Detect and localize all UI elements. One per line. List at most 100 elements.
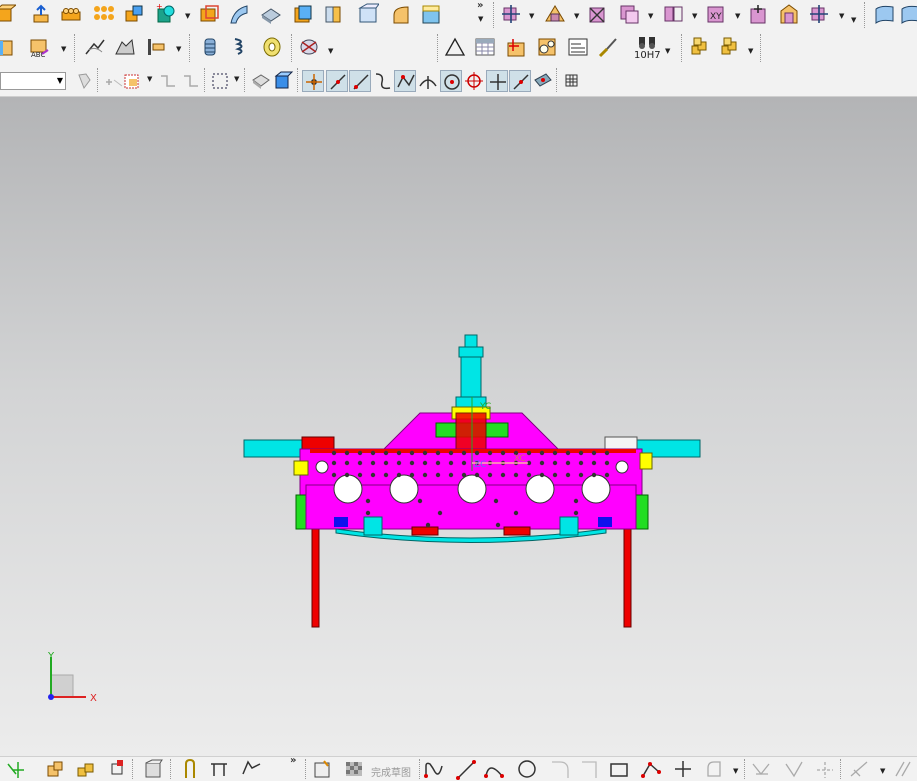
component-icon[interactable] [618,3,640,25]
table-icon[interactable] [474,36,496,58]
spring-icon[interactable] [230,36,252,58]
make-corner-icon[interactable] [848,758,870,780]
trim-icon[interactable] [750,758,772,780]
thread-icon[interactable] [261,36,283,58]
text-icon[interactable]: ABC [28,36,50,58]
mirror-dropdown[interactable]: ▼ [692,12,697,20]
quadrant-icon[interactable] [463,70,485,92]
assembly-dropdown[interactable]: ▼ [574,12,579,20]
wave-icon[interactable] [587,3,609,25]
quick-trim-icon[interactable] [814,758,836,780]
curve-point-icon[interactable] [349,70,371,92]
overflow-chevron[interactable]: » [477,0,483,11]
sketch-icon[interactable] [106,758,128,780]
box-select-dropdown[interactable]: ▼ [234,75,239,83]
trim-body-icon[interactable] [322,3,344,25]
datum-icon[interactable] [505,36,527,58]
checkered-flag-icon[interactable] [343,758,365,780]
circle-icon[interactable] [516,758,538,780]
line-icon[interactable] [423,758,445,780]
solid-icon[interactable] [0,36,16,58]
boolean-icon[interactable] [123,3,145,25]
component-dropdown[interactable]: ▼ [648,12,653,20]
move-component-2-dropdown[interactable]: ▼ [839,12,844,20]
corner-icon[interactable] [578,758,600,780]
overflow-dropdown[interactable]: ▼ [478,15,483,23]
bottom-overflow-chevron[interactable]: » [290,755,296,766]
shaded-icon[interactable] [250,70,272,92]
perpendicular-icon[interactable] [417,70,439,92]
curve-icon[interactable] [84,36,106,58]
mesh-icon[interactable] [298,36,320,58]
chamfer-icon[interactable] [142,758,164,780]
assembly-cubes-dropdown[interactable]: ▼ [748,47,753,55]
constraint-icon[interactable]: XY [705,3,727,25]
endpoint-icon[interactable] [302,70,324,92]
move-component-icon[interactable] [500,3,522,25]
cylinder-surface-icon[interactable] [873,3,895,25]
point-on-curve-icon[interactable] [509,70,531,92]
wireframe-icon[interactable] [272,70,294,92]
explode-icon[interactable] [778,3,800,25]
assembly-cubes-2-icon[interactable] [718,36,740,58]
box-select-icon[interactable] [210,70,232,92]
rect-icon[interactable] [608,758,630,780]
line-tool-icon[interactable] [455,758,477,780]
section-icon[interactable] [114,36,136,58]
select-dropdown[interactable]: ▼ [147,75,152,83]
sweep-icon[interactable] [228,3,250,25]
midpoint-icon[interactable] [326,70,348,92]
blend-icon[interactable] [357,3,379,25]
view-cube-icon[interactable] [390,3,412,25]
align-dropdown[interactable]: ▼ [176,45,181,53]
tolerance-dropdown[interactable]: ▼ [665,47,670,55]
assembly-move-icon[interactable] [74,758,96,780]
text-dropdown[interactable]: ▼ [61,45,66,53]
assembly-cubes-icon[interactable] [688,36,710,58]
rectangle-tool-icon[interactable] [208,758,230,780]
triangle-icon[interactable] [444,36,466,58]
offset-dropdown[interactable]: ▼ [733,767,738,775]
point-add-dropdown[interactable]: ▼ [185,12,190,20]
align-icon[interactable] [146,36,168,58]
make-corner-dropdown[interactable]: ▼ [880,767,885,775]
pattern-holes-icon[interactable] [60,3,82,25]
sketch-ortho-icon[interactable] [4,758,26,780]
cylinder-surface-2-icon[interactable] [899,3,917,25]
constraint-dropdown[interactable]: ▼ [735,12,740,20]
tangent-icon[interactable] [372,70,394,92]
pattern-features-icon[interactable] [92,3,114,25]
filter-icon[interactable] [74,70,96,92]
offset-icon[interactable] [702,758,724,780]
existing-point-icon[interactable] [486,70,508,92]
offset-face-icon[interactable] [198,3,220,25]
arc-3pt-icon[interactable] [483,758,505,780]
extend-icon[interactable] [783,758,805,780]
center-icon[interactable] [440,70,462,92]
cylinder-view-icon[interactable] [420,3,442,25]
intersection-icon[interactable] [394,70,416,92]
replace-icon[interactable] [748,3,770,25]
shell-icon[interactable] [292,3,314,25]
extrude-icon[interactable] [30,3,52,25]
point-icon[interactable] [672,758,694,780]
gear-icon[interactable] [536,36,558,58]
selection-filter-combo[interactable]: ▼ [0,72,66,90]
finish-sketch-icon[interactable] [312,758,334,780]
rotate-icon[interactable] [157,70,179,92]
polyline-icon[interactable] [640,758,662,780]
row1-end-dropdown[interactable]: ▼ [851,16,856,24]
drafting-icon[interactable] [567,36,589,58]
arc-icon[interactable] [240,758,262,780]
tolerance-label[interactable]: 10H7 [634,50,661,61]
move-component-dropdown[interactable]: ▼ [529,12,534,20]
finish-sketch-label[interactable]: 完成草图 [371,764,411,779]
surface-icon[interactable] [260,3,282,25]
fillet-icon[interactable] [548,758,570,780]
mesh-dropdown[interactable]: ▼ [328,47,333,55]
brush-icon[interactable] [597,36,619,58]
assembly-icon[interactable] [544,3,566,25]
graphics-viewport[interactable]: YC ZC XC Y X [0,97,917,756]
rotate-2-icon[interactable] [180,70,202,92]
move-component-2-icon[interactable] [808,3,830,25]
